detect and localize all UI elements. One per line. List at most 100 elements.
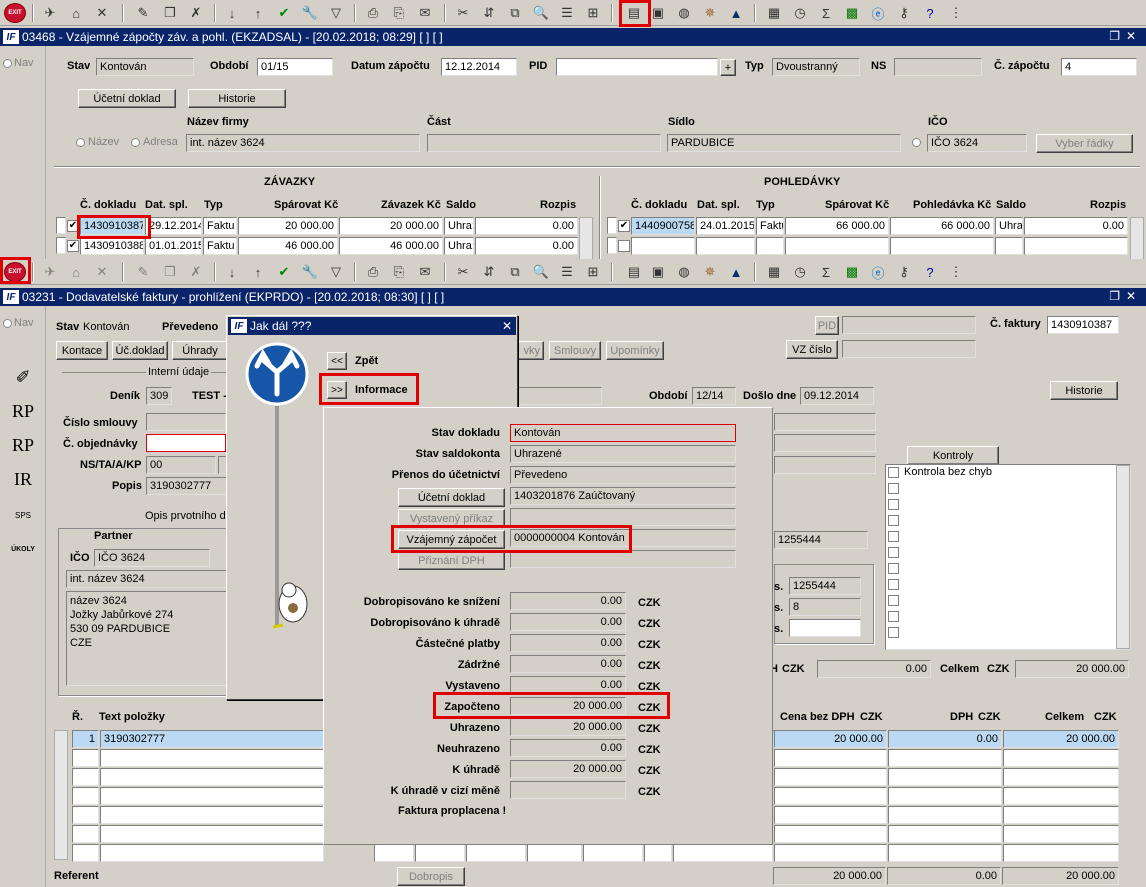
excel-icon[interactable]: ▩ xyxy=(842,3,862,23)
cell-typ[interactable] xyxy=(756,237,784,255)
uhrady-button[interactable]: Úhrady xyxy=(172,341,228,360)
prenos-field[interactable]: Převedeno xyxy=(510,466,736,484)
priznani-dph-value[interactable] xyxy=(510,550,736,568)
kontace-button[interactable]: Kontace xyxy=(56,341,108,360)
back-icon[interactable]: ✈ xyxy=(40,262,60,282)
tool-icon[interactable]: 🔧 xyxy=(300,3,320,23)
cell-pohledavka[interactable]: 66 000.00 xyxy=(890,217,994,235)
cell-dph[interactable]: 0.00 xyxy=(888,730,1002,748)
cislo-smlouvy-field[interactable] xyxy=(146,413,226,431)
cislo-zapoctu-field[interactable]: 4 xyxy=(1061,58,1137,76)
list-icon[interactable]: ☰ xyxy=(557,262,577,282)
ucetni-doklad-value[interactable]: 1403201876 Zaúčtovaný xyxy=(510,487,736,505)
more-icon[interactable]: ⋮ xyxy=(946,3,966,23)
informace-button[interactable]: >> xyxy=(327,381,347,399)
home-icon[interactable]: ⌂ xyxy=(66,262,86,282)
partner-name-field[interactable]: int. název 3624 xyxy=(66,570,228,588)
cell-rozpis[interactable]: 0.00 xyxy=(475,217,578,235)
cell-pohledavka[interactable] xyxy=(890,237,994,255)
cell-sparovat[interactable]: 20 000.00 xyxy=(238,217,338,235)
zpet-button[interactable]: << xyxy=(327,352,347,370)
chart-icon[interactable]: ▦ xyxy=(764,3,784,23)
right-value-field[interactable] xyxy=(789,619,861,637)
dobropis-button[interactable]: Dobropis xyxy=(397,867,465,886)
filter-icon[interactable]: ▽ xyxy=(326,262,346,282)
rp-cz-button[interactable]: RP xyxy=(6,396,40,426)
partial-button[interactable]: vky xyxy=(516,341,544,360)
sum-icon[interactable]: Σ xyxy=(816,262,836,282)
uc-doklad-button[interactable]: Úč.doklad xyxy=(112,341,168,360)
find-icon[interactable]: 🔍 xyxy=(531,262,551,282)
print-icon[interactable]: ⎙ xyxy=(363,262,383,282)
ns-field[interactable] xyxy=(894,58,982,76)
triangle-icon[interactable]: ▲ xyxy=(726,262,746,282)
window-controls-icon[interactable]: ❐✕ xyxy=(1109,29,1142,43)
cell-celkem[interactable]: 20 000.00 xyxy=(1003,730,1119,748)
tool-icon[interactable]: 🔧 xyxy=(300,262,320,282)
cell-doklad[interactable]: 1430910388 xyxy=(80,237,144,255)
cell-zavazek[interactable]: 46 000.00 xyxy=(339,237,443,255)
ucetni-doklad-button[interactable]: Účetní doklad xyxy=(78,89,176,108)
copy-record-icon[interactable]: ❐ xyxy=(160,3,180,23)
tree-icon[interactable]: ⊞ xyxy=(583,3,603,23)
pohledavky-scrollbar[interactable] xyxy=(1130,217,1144,260)
cell-doklad[interactable]: 1430910387 xyxy=(80,217,144,235)
kontrola-checkbox[interactable] xyxy=(888,499,899,510)
key-icon[interactable]: ⚷ xyxy=(894,3,914,23)
money-value[interactable]: 0.00 xyxy=(510,592,626,610)
copy-record-icon[interactable]: ❐ xyxy=(160,262,180,282)
list-icon[interactable]: ☰ xyxy=(557,3,577,23)
vzajemny-zapocet-value[interactable]: 0000000004 Kontován xyxy=(510,529,736,547)
split-icon[interactable]: ⇵ xyxy=(479,262,499,282)
more-icon[interactable]: ⋮ xyxy=(946,262,966,282)
eraser-icon[interactable]: ✐ xyxy=(6,362,40,392)
cell-date[interactable]: 29.12.2014 xyxy=(145,217,202,235)
cell-date[interactable]: 01.01.2015 xyxy=(145,237,202,255)
doslo-dne-field[interactable]: 09.12.2014 xyxy=(800,387,874,405)
radio-nazev[interactable] xyxy=(76,138,85,147)
radio-adresa[interactable] xyxy=(131,138,140,147)
stav-dokladu-field[interactable]: Kontován xyxy=(510,424,736,442)
wheel-icon[interactable]: ✵ xyxy=(700,262,720,282)
dialog-ucetni-doklad-button[interactable]: Účetní doklad xyxy=(398,488,505,507)
ns-ta-field[interactable]: 00 xyxy=(146,456,216,474)
zapocteno-value[interactable]: 20 000.00 xyxy=(510,697,626,715)
right-field-1[interactable] xyxy=(774,413,876,431)
split-icon[interactable]: ⇵ xyxy=(479,3,499,23)
vz-cislo-field[interactable] xyxy=(842,340,976,358)
nazev-firmy-field[interactable]: int. název 3624 xyxy=(186,134,420,152)
vyber-radky-button[interactable]: Vyber řádky xyxy=(1036,134,1133,153)
kontroly-scrollbar[interactable] xyxy=(1116,465,1130,649)
sort-asc-icon[interactable]: ↓ xyxy=(222,262,242,282)
obdobi-field[interactable]: 12/14 xyxy=(692,387,736,405)
help-icon[interactable]: ? xyxy=(920,3,940,23)
cell-saldo[interactable]: Uhra: xyxy=(444,237,474,255)
kontrola-checkbox[interactable] xyxy=(888,515,899,526)
zavazky-scrollbar[interactable] xyxy=(579,217,593,260)
exit-button[interactable]: EXIT xyxy=(4,262,26,282)
typ-field[interactable]: Dvoustranný xyxy=(772,58,860,76)
denik-field[interactable]: 309 xyxy=(146,387,172,405)
cell-doklad[interactable]: 1440900758 xyxy=(631,217,695,235)
right-field-2[interactable] xyxy=(774,434,876,452)
priznani-dph-button[interactable]: Přiznání DPH xyxy=(398,551,505,570)
items-scrollbar[interactable] xyxy=(54,730,68,860)
partner-ico-field[interactable]: IČO 3624 xyxy=(94,549,210,567)
cut-icon[interactable]: ✂ xyxy=(453,3,473,23)
cell-text[interactable]: 3190302777 xyxy=(100,730,324,748)
tree-icon[interactable]: ⊞ xyxy=(583,262,603,282)
kontrola-checkbox[interactable] xyxy=(888,467,899,478)
cell-saldo[interactable]: Uhra: xyxy=(444,217,474,235)
triangle-icon[interactable]: ▲ xyxy=(726,3,746,23)
cell-rozpis[interactable] xyxy=(1024,237,1128,255)
pid-field[interactable] xyxy=(556,58,718,76)
vystaveny-prikaz-value[interactable] xyxy=(510,508,736,526)
money-value[interactable]: 0.00 xyxy=(510,655,626,673)
datum-field[interactable]: 12.12.2014 xyxy=(441,58,517,76)
close-icon[interactable]: ✕ xyxy=(502,319,512,333)
partner-address-field[interactable]: název 3624 Jožky Jabůrkové 274 530 09 PA… xyxy=(66,591,228,686)
kontrola-checkbox[interactable] xyxy=(888,483,899,494)
cell-sparovat[interactable]: 66 000.00 xyxy=(785,217,889,235)
cell-rozpis[interactable]: 0.00 xyxy=(1024,217,1128,235)
cell-date[interactable]: 24.01.2015 xyxy=(696,217,755,235)
